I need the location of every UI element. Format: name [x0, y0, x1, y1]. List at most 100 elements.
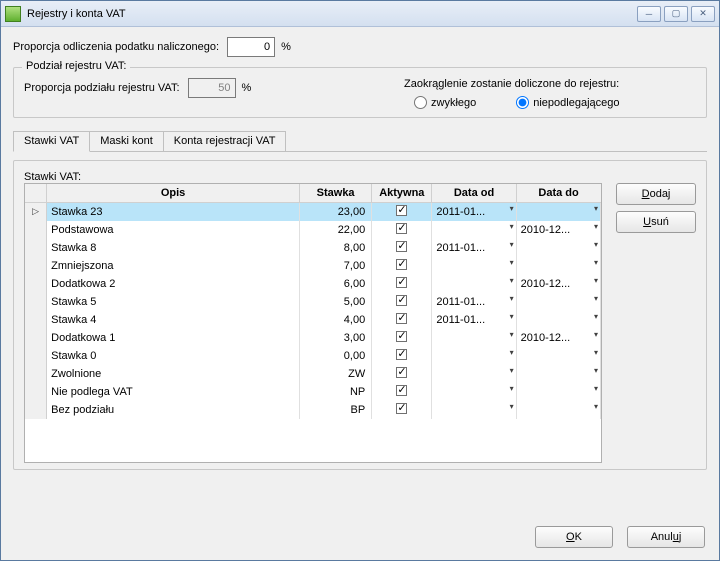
- cell-opis[interactable]: Podstawowa: [47, 221, 300, 239]
- tab-konta-rejestracji[interactable]: Konta rejestracji VAT: [163, 131, 287, 151]
- table-row[interactable]: Stawka 44,00 2011-01...: [25, 311, 601, 329]
- cell-stawka[interactable]: 0,00: [299, 347, 371, 365]
- checkbox-icon[interactable]: [396, 313, 407, 324]
- prop-odliczenia-input[interactable]: [227, 37, 275, 57]
- radio-niepodlegajacego-input[interactable]: [516, 96, 529, 109]
- cell-aktywna[interactable]: [372, 383, 432, 401]
- cell-stawka[interactable]: 3,00: [299, 329, 371, 347]
- cell-stawka[interactable]: 4,00: [299, 311, 371, 329]
- cell-data-do[interactable]: [516, 257, 600, 275]
- dodaj-button[interactable]: Dodaj: [616, 183, 696, 205]
- table-row[interactable]: ▷Stawka 2323,002011-01...: [25, 203, 601, 221]
- col-aktywna[interactable]: Aktywna: [372, 184, 432, 203]
- table-row[interactable]: Zmniejszona7,00: [25, 257, 601, 275]
- cell-data-do[interactable]: [516, 383, 600, 401]
- cell-data-do[interactable]: 2010-12...: [516, 329, 600, 347]
- cell-data-do[interactable]: [516, 365, 600, 383]
- checkbox-icon[interactable]: [396, 295, 407, 306]
- cell-data-od[interactable]: [432, 329, 516, 347]
- cell-aktywna[interactable]: [372, 203, 432, 221]
- cell-data-od[interactable]: [432, 275, 516, 293]
- table-row[interactable]: Dodatkowa 26,00 2010-12...: [25, 275, 601, 293]
- cell-stawka[interactable]: 5,00: [299, 293, 371, 311]
- col-stawka[interactable]: Stawka: [299, 184, 371, 203]
- col-data-do[interactable]: Data do: [516, 184, 600, 203]
- cell-aktywna[interactable]: [372, 221, 432, 239]
- cell-aktywna[interactable]: [372, 347, 432, 365]
- col-opis[interactable]: Opis: [47, 184, 300, 203]
- cell-data-od[interactable]: 2011-01...: [432, 311, 516, 329]
- checkbox-icon[interactable]: [396, 367, 407, 378]
- radio-zwyklego[interactable]: zwykłego: [414, 96, 476, 109]
- checkbox-icon[interactable]: [396, 331, 407, 342]
- cell-stawka[interactable]: 23,00: [299, 203, 371, 221]
- tab-stawki-vat[interactable]: Stawki VAT: [13, 131, 90, 152]
- checkbox-icon[interactable]: [396, 259, 407, 270]
- maximize-button[interactable]: ▢: [664, 6, 688, 22]
- table-row[interactable]: Bez podziałuBP: [25, 401, 601, 419]
- table-row[interactable]: Stawka 00,00: [25, 347, 601, 365]
- cell-opis[interactable]: Stawka 23: [47, 203, 300, 221]
- cell-aktywna[interactable]: [372, 401, 432, 419]
- cell-opis[interactable]: Stawka 5: [47, 293, 300, 311]
- cell-data-od[interactable]: [432, 365, 516, 383]
- cell-opis[interactable]: Stawka 0: [47, 347, 300, 365]
- table-row[interactable]: Stawka 55,00 2011-01...: [25, 293, 601, 311]
- usun-button[interactable]: Usuń: [616, 211, 696, 233]
- col-data-od[interactable]: Data od: [432, 184, 516, 203]
- table-row[interactable]: Nie podlega VATNP: [25, 383, 601, 401]
- cell-opis[interactable]: Dodatkowa 1: [47, 329, 300, 347]
- radio-niepodlegajacego[interactable]: niepodlegającego: [516, 96, 619, 109]
- cell-aktywna[interactable]: [372, 293, 432, 311]
- cell-stawka[interactable]: 7,00: [299, 257, 371, 275]
- table-row[interactable]: Podstawowa22,00 2010-12...: [25, 221, 601, 239]
- checkbox-icon[interactable]: [396, 205, 407, 216]
- cell-data-od[interactable]: [432, 401, 516, 419]
- table-row[interactable]: ZwolnioneZW: [25, 365, 601, 383]
- cell-data-do[interactable]: [516, 401, 600, 419]
- cell-stawka[interactable]: 6,00: [299, 275, 371, 293]
- checkbox-icon[interactable]: [396, 349, 407, 360]
- cell-stawka[interactable]: 22,00: [299, 221, 371, 239]
- cell-data-od[interactable]: [432, 347, 516, 365]
- cell-data-od[interactable]: 2011-01...: [432, 239, 516, 257]
- cell-data-od[interactable]: 2011-01...: [432, 203, 516, 221]
- stawki-grid[interactable]: Opis Stawka Aktywna Data od Data do ▷Sta…: [24, 183, 602, 463]
- table-row[interactable]: Dodatkowa 13,00 2010-12...: [25, 329, 601, 347]
- cell-data-do[interactable]: [516, 293, 600, 311]
- cell-stawka[interactable]: 8,00: [299, 239, 371, 257]
- cell-aktywna[interactable]: [372, 275, 432, 293]
- checkbox-icon[interactable]: [396, 385, 407, 396]
- cell-aktywna[interactable]: [372, 239, 432, 257]
- cell-opis[interactable]: Bez podziału: [47, 401, 300, 419]
- cell-data-od[interactable]: 2011-01...: [432, 293, 516, 311]
- cell-aktywna[interactable]: [372, 365, 432, 383]
- cell-data-do[interactable]: 2010-12...: [516, 221, 600, 239]
- cell-opis[interactable]: Stawka 4: [47, 311, 300, 329]
- cell-opis[interactable]: Zmniejszona: [47, 257, 300, 275]
- cell-opis[interactable]: Dodatkowa 2: [47, 275, 300, 293]
- tab-maski-kont[interactable]: Maski kont: [89, 131, 164, 151]
- cell-stawka[interactable]: NP: [299, 383, 371, 401]
- anuluj-button[interactable]: Anuluj: [627, 526, 705, 548]
- cell-data-do[interactable]: [516, 203, 600, 221]
- radio-zwyklego-input[interactable]: [414, 96, 427, 109]
- cell-data-od[interactable]: [432, 257, 516, 275]
- table-row[interactable]: Stawka 88,00 2011-01...: [25, 239, 601, 257]
- cell-data-do[interactable]: [516, 311, 600, 329]
- cell-opis[interactable]: Zwolnione: [47, 365, 300, 383]
- ok-button[interactable]: OK: [535, 526, 613, 548]
- cell-data-od[interactable]: [432, 221, 516, 239]
- cell-stawka[interactable]: BP: [299, 401, 371, 419]
- cell-opis[interactable]: Nie podlega VAT: [47, 383, 300, 401]
- cell-aktywna[interactable]: [372, 257, 432, 275]
- checkbox-icon[interactable]: [396, 223, 407, 234]
- cell-data-do[interactable]: [516, 347, 600, 365]
- cell-opis[interactable]: Stawka 8: [47, 239, 300, 257]
- cell-data-od[interactable]: [432, 383, 516, 401]
- cell-stawka[interactable]: ZW: [299, 365, 371, 383]
- close-button[interactable]: ✕: [691, 6, 715, 22]
- cell-aktywna[interactable]: [372, 329, 432, 347]
- cell-data-do[interactable]: 2010-12...: [516, 275, 600, 293]
- checkbox-icon[interactable]: [396, 241, 407, 252]
